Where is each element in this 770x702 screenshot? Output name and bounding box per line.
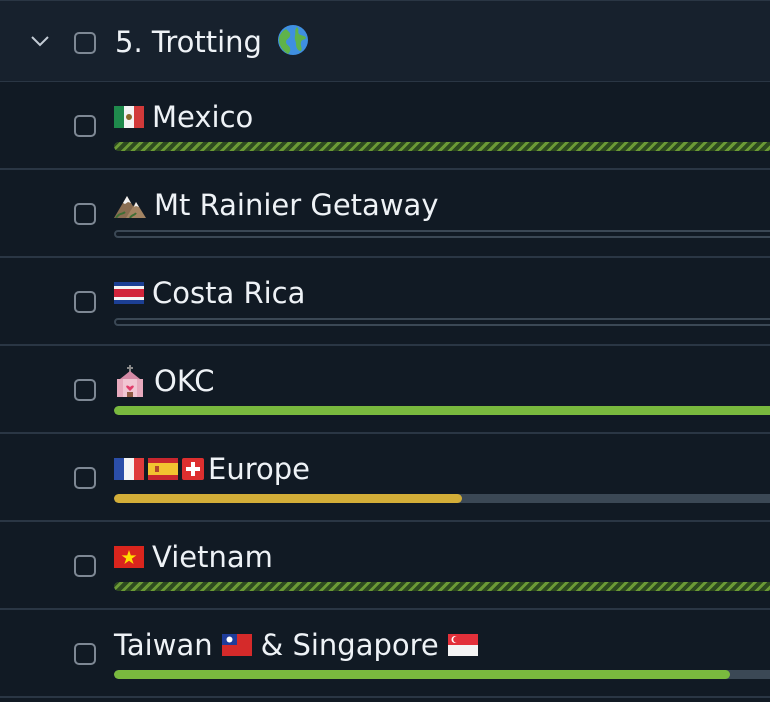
- row-checkbox[interactable]: [74, 379, 96, 401]
- list-item[interactable]: Taiwan & Singapore: [0, 610, 770, 698]
- progress-bar: [114, 582, 770, 591]
- taiwan-flag-icon: [221, 634, 252, 656]
- task-list: 5. Trotting Mexico Mt Rainier Getaway Co…: [0, 0, 770, 702]
- row-checkbox[interactable]: [74, 291, 96, 313]
- globe-americas-icon: [277, 24, 309, 65]
- row-title: Europe: [208, 452, 310, 486]
- switzerland-flag-icon: [182, 458, 204, 480]
- list-item[interactable]: Mexico: [0, 82, 770, 170]
- row-title: Mt Rainier Getaway: [154, 188, 439, 222]
- france-flag-icon: [114, 458, 144, 480]
- progress-fill: [114, 582, 770, 591]
- progress-bar: [114, 494, 770, 503]
- progress-bar: [114, 230, 770, 238]
- list-item[interactable]: Costa Rica: [0, 258, 770, 346]
- group-title: 5. Trotting: [115, 25, 262, 59]
- list-item[interactable]: Vietnam: [0, 522, 770, 610]
- row-checkbox[interactable]: [74, 115, 96, 137]
- costa-rica-flag-icon: [114, 282, 144, 304]
- row-checkbox[interactable]: [74, 467, 96, 489]
- progress-fill: [114, 142, 770, 151]
- row-checkbox[interactable]: [74, 203, 96, 225]
- row-title: Mexico: [152, 100, 254, 134]
- group-checkbox[interactable]: [74, 32, 96, 54]
- progress-fill: [114, 406, 770, 415]
- mexico-flag-icon: [114, 106, 144, 128]
- list-item[interactable]: OKC: [0, 346, 770, 434]
- row-title: Costa Rica: [152, 276, 306, 310]
- progress-bar: [114, 142, 770, 151]
- progress-bar: [114, 670, 770, 679]
- spain-flag-icon: [148, 458, 178, 480]
- progress-fill: [114, 494, 463, 503]
- row-checkbox[interactable]: [74, 555, 96, 577]
- row-title: OKC: [154, 364, 215, 398]
- group-header[interactable]: 5. Trotting: [0, 0, 770, 82]
- row-title: Vietnam: [152, 540, 273, 574]
- wedding-chapel-icon: [114, 365, 146, 397]
- row-title-part: & Singapore: [260, 628, 439, 662]
- singapore-flag-icon: [447, 634, 478, 656]
- row-checkbox[interactable]: [74, 643, 96, 665]
- vietnam-flag-icon: [114, 546, 144, 568]
- progress-fill: [114, 670, 731, 679]
- chevron-down-icon[interactable]: [30, 31, 50, 51]
- list-item[interactable]: Mt Rainier Getaway: [0, 170, 770, 258]
- progress-bar: [114, 406, 770, 415]
- mountain-icon: [114, 192, 146, 218]
- progress-bar: [114, 318, 770, 326]
- list-item[interactable]: Europe: [0, 434, 770, 522]
- row-title-part: Taiwan: [114, 628, 213, 662]
